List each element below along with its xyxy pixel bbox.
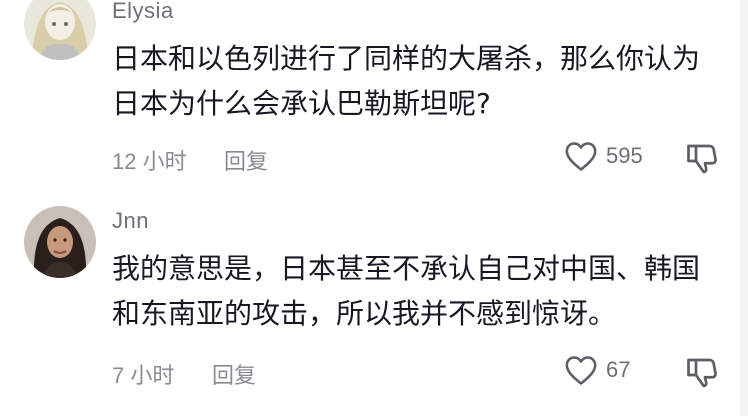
comment-item: Elysia 日本和以色列进行了同样的大屠杀，那么你认为日本为什么会承认巴勒斯坦…	[0, 0, 748, 190]
like-button[interactable]: 595	[564, 140, 643, 172]
dislike-button[interactable]	[684, 140, 720, 176]
avatar[interactable]	[24, 0, 96, 60]
heart-outline-icon	[565, 356, 597, 385]
heart-outline-icon	[565, 142, 597, 171]
comment-meta: 7 小时 回复	[112, 358, 256, 390]
reply-button[interactable]: 回复	[224, 144, 268, 176]
dislike-icon	[687, 358, 717, 388]
reply-button[interactable]: 回复	[212, 358, 256, 390]
like-count: 595	[606, 143, 643, 168]
like-button[interactable]: 67	[564, 354, 630, 386]
comment-text: 日本和以色列进行了同样的大屠杀，那么你认为日本为什么会承认巴勒斯坦呢?	[112, 42, 701, 120]
like-count: 67	[606, 357, 631, 382]
comment-item: Jnn 我的意思是，日本甚至不承认自己对中国、韩国和东南亚的攻击，所以我并不感到…	[0, 196, 748, 416]
dislike-icon	[687, 144, 717, 174]
avatar[interactable]	[24, 206, 96, 278]
comment-text: 我的意思是，日本甚至不承认自己对中国、韩国和东南亚的攻击，所以我并不感到惊讶。	[112, 252, 701, 330]
dislike-button[interactable]	[684, 354, 720, 390]
comment-username[interactable]: Elysia	[112, 0, 174, 24]
comment-meta: 12 小时 回复	[112, 144, 268, 176]
comment-time: 12 小时	[112, 149, 187, 174]
comment-time: 7 小时	[112, 363, 175, 388]
comment-username[interactable]: Jnn	[112, 208, 149, 234]
